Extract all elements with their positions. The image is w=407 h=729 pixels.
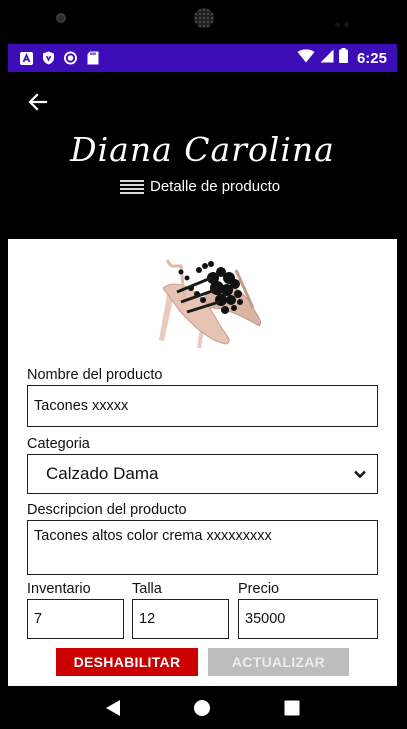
phone-bezel <box>0 0 407 44</box>
home-circle-icon <box>194 699 211 716</box>
description-label: Descripcion del producto <box>27 502 187 518</box>
arrow-back-icon <box>28 93 48 111</box>
category-select[interactable]: Calzado Dama <box>27 454 378 494</box>
product-image <box>159 259 262 348</box>
category-label: Categoria <box>27 436 90 452</box>
notification-a-icon <box>20 51 33 65</box>
nav-home-button[interactable] <box>191 697 213 719</box>
recents-square-icon <box>284 700 300 715</box>
back-button[interactable] <box>26 90 50 114</box>
navigation-bar <box>8 686 397 729</box>
sensors <box>335 14 355 27</box>
back-triangle-icon <box>105 699 120 716</box>
inventory-field[interactable]: 7 <box>27 599 124 639</box>
subtitle-text: Detalle de producto <box>150 178 281 195</box>
category-value: Calzado Dama <box>46 464 159 483</box>
app-header: Diana Carolina Detalle de producto <box>8 72 397 239</box>
size-field[interactable]: 12 <box>132 599 229 639</box>
price-field[interactable]: 35000 <box>238 599 378 639</box>
inventory-label: Inventario <box>27 581 91 597</box>
disable-button[interactable]: DESHABILITAR <box>56 648 198 676</box>
battery-icon <box>338 48 348 68</box>
nav-recents-button[interactable] <box>281 697 303 719</box>
product-detail-screen: Diana Carolina Detalle de producto Nombr… <box>8 72 397 686</box>
product-description-field[interactable]: Tacones altos color crema xxxxxxxxx <box>27 520 378 575</box>
size-label: Talla <box>132 581 162 597</box>
price-label: Precio <box>238 581 280 597</box>
name-label: Nombre del producto <box>27 367 163 383</box>
page-subtitle: Detalle de producto <box>120 178 280 195</box>
sd-card-icon <box>86 51 99 65</box>
status-clock: 6:25 <box>356 49 387 67</box>
wifi-icon <box>297 48 315 68</box>
chevron-down-icon <box>354 470 366 479</box>
nav-back-button[interactable] <box>102 697 124 719</box>
product-name-field[interactable]: Tacones xxxxx <box>27 385 378 427</box>
signal-icon <box>320 49 334 68</box>
shield-icon <box>42 51 55 65</box>
brand-logo: Diana Carolina <box>70 130 335 169</box>
front-camera <box>56 13 66 23</box>
earpiece-speaker <box>194 8 214 28</box>
status-bar: 6:25 <box>8 44 397 72</box>
update-button[interactable]: ACTUALIZAR <box>208 648 349 676</box>
record-icon <box>64 51 77 65</box>
list-lines-icon <box>120 179 144 195</box>
